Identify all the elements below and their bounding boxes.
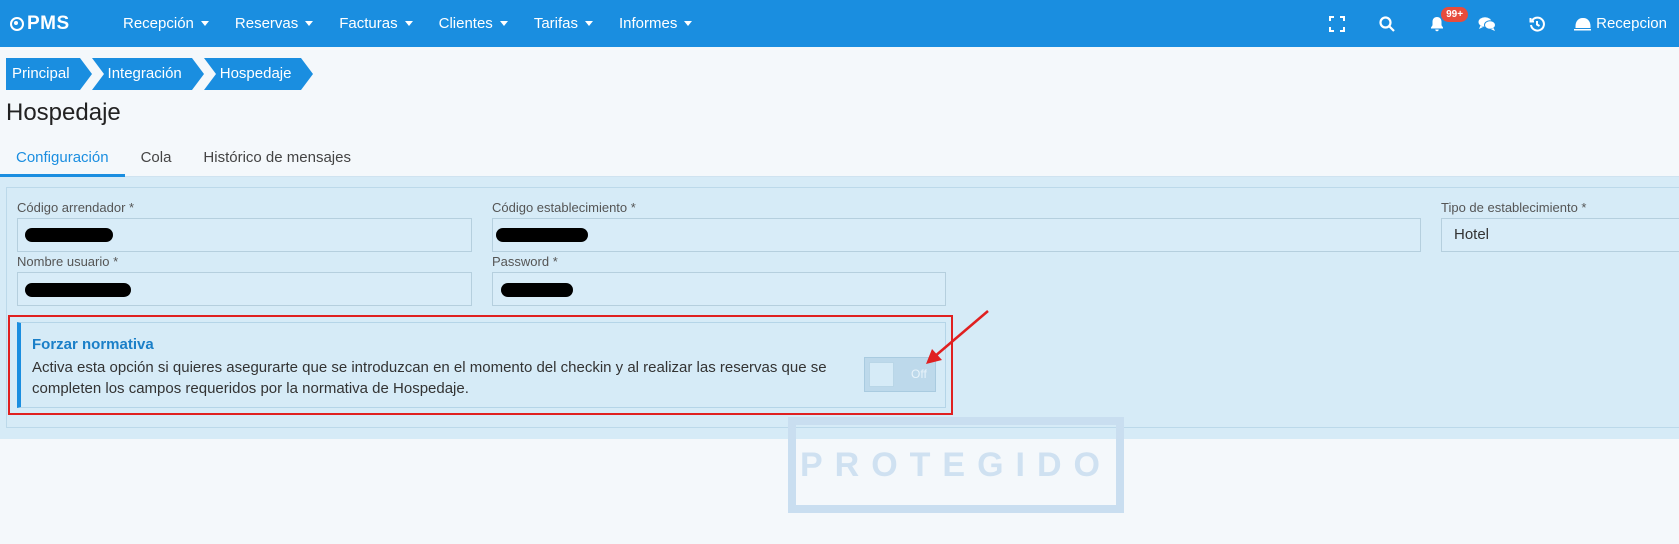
redacted-mark [496,228,588,242]
menu-item-tarifas[interactable]: Tarifas [521,0,606,47]
codigo-establecimiento-input[interactable] [492,218,1421,252]
redacted-mark [25,228,113,242]
chat-icon [1478,16,1497,31]
menu-item-reservas[interactable]: Reservas [222,0,326,47]
codigo-arrendador-label: Código arrendador * [17,200,135,215]
fullscreen-button[interactable] [1312,0,1362,47]
user-label: Recepcion [1596,15,1667,32]
user-icon [1574,17,1592,30]
tipo-establecimiento-label: Tipo de establecimiento * [1441,200,1587,215]
tab-configuracion[interactable]: Configuración [0,141,125,177]
tabs: Configuración Cola Histórico de mensajes [0,141,1679,177]
menu-item-facturas[interactable]: Facturas [326,0,425,47]
menu-item-informes[interactable]: Informes [606,0,705,47]
redacted-mark [501,283,573,297]
caret-down-icon [684,21,693,26]
main-menu: Recepción Reservas Facturas Clientes Tar… [110,0,705,47]
caret-down-icon [305,21,314,26]
history-button[interactable] [1512,0,1562,47]
user-menu[interactable]: Recepcion [1562,0,1679,47]
caret-down-icon [585,21,593,26]
highlight-frame [8,315,953,415]
caret-down-icon [404,21,413,26]
top-navbar: PMS Recepción Reservas Facturas Clientes… [0,0,1679,47]
password-label: Password * [492,254,558,269]
nombre-usuario-label: Nombre usuario * [17,254,119,269]
page-title: Hospedaje [6,99,121,126]
codigo-establecimiento-label: Código establecimiento * [492,200,636,215]
notifications-button[interactable]: 99+ [1412,0,1469,47]
chat-button[interactable] [1462,0,1512,47]
redacted-mark [25,283,131,297]
breadcrumb-item-hospedaje[interactable]: Hospedaje [203,58,314,90]
history-icon [1529,16,1546,32]
fullscreen-icon [1329,15,1346,32]
menu-item-recepcion[interactable]: Recepción [110,0,222,47]
breadcrumb: Principal Integración Hospedaje [6,58,314,90]
app-logo[interactable]: PMS [10,13,110,35]
breadcrumb-item-principal[interactable]: Principal [6,58,91,90]
watermark-text: PROTEGIDO [799,445,1113,484]
caret-down-icon [499,21,508,26]
logo-icon [10,16,24,31]
navbar-actions: 99+ Recepcion [1312,0,1679,47]
annotation-arrow-icon [926,310,989,364]
search-button[interactable] [1362,0,1412,47]
caret-down-icon [200,21,209,26]
breadcrumb-item-integracion[interactable]: Integración [91,58,204,90]
menu-item-clientes[interactable]: Clientes [426,0,521,47]
logo-text: PMS [27,12,70,34]
tab-cola[interactable]: Cola [125,141,188,177]
search-icon [1379,15,1395,32]
tipo-establecimiento-select[interactable]: Hotel [1441,218,1679,252]
watermark: PROTEGIDO [788,417,1124,513]
tab-historico-mensajes[interactable]: Histórico de mensajes [187,141,367,177]
